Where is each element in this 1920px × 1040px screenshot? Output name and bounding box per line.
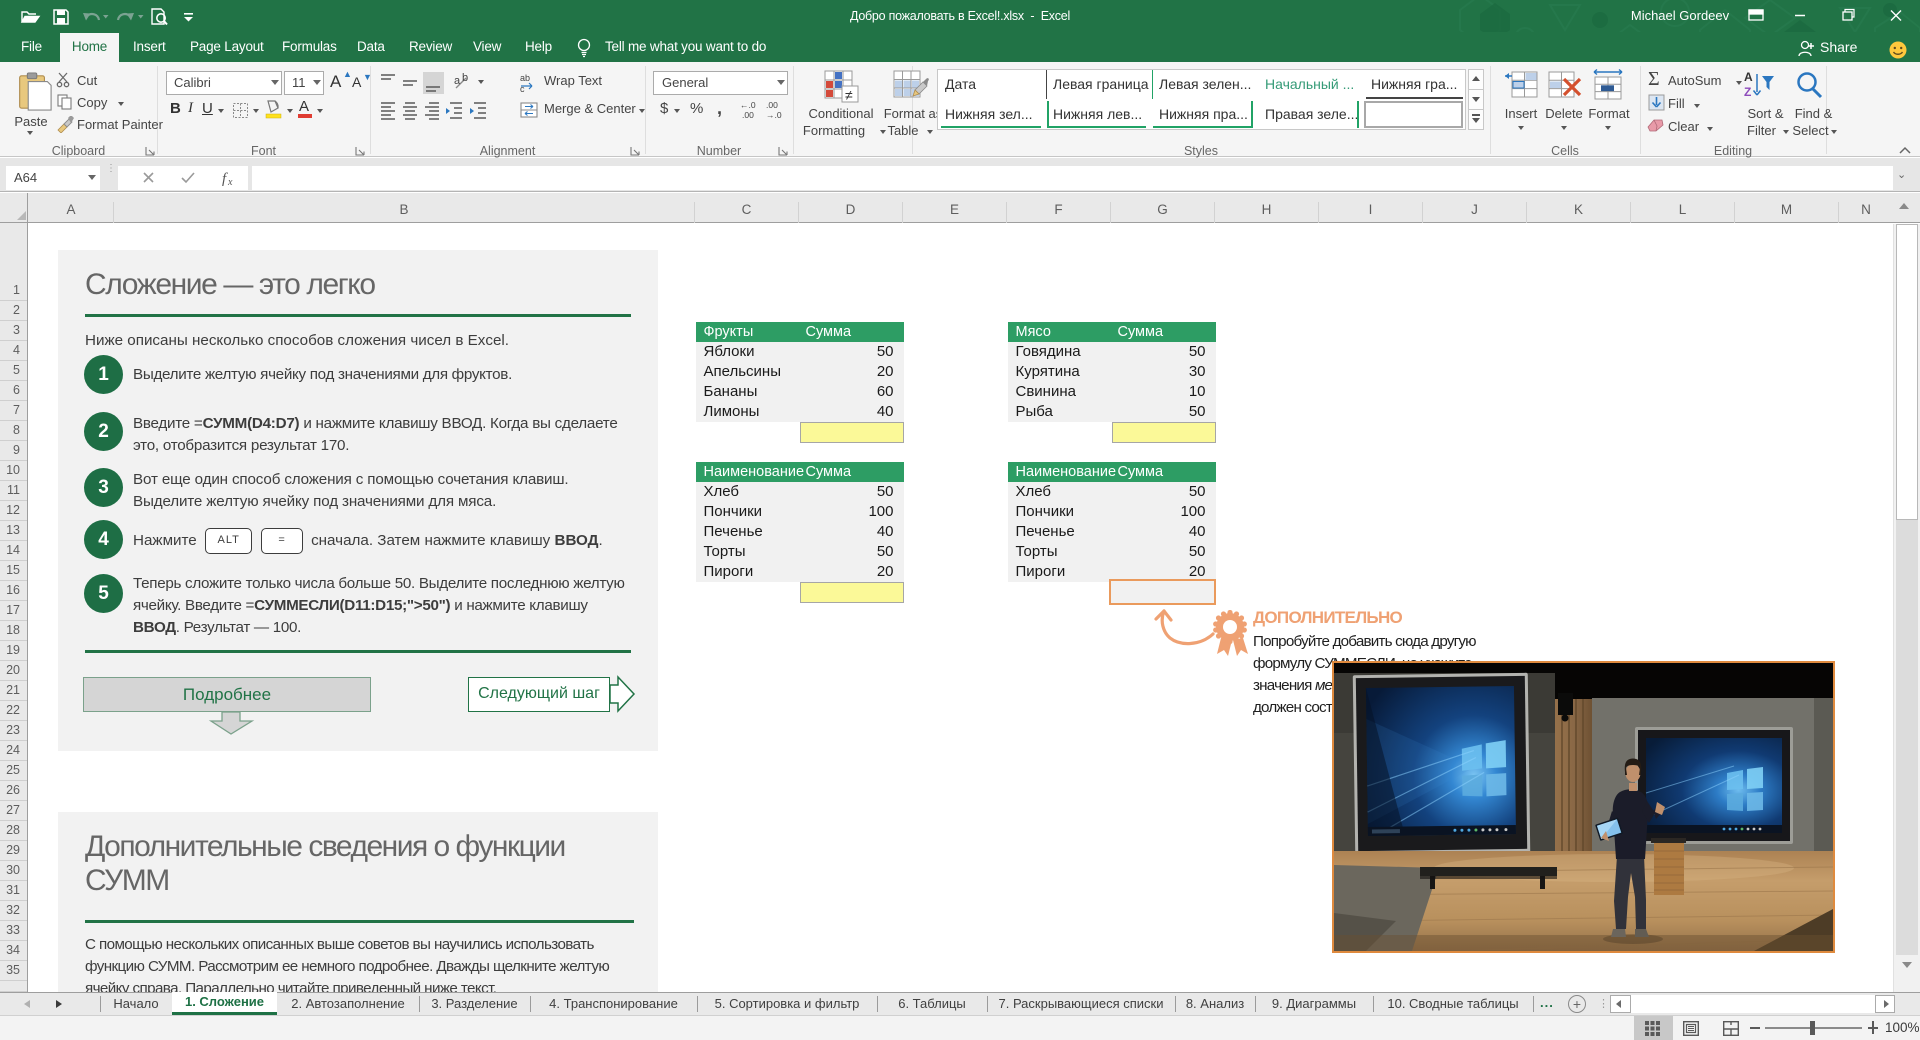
svg-text:←.0: ←.0: [740, 100, 756, 110]
svg-text:≠: ≠: [845, 87, 853, 103]
svg-text:→.0: →.0: [766, 110, 782, 120]
svg-text:.00: .00: [742, 110, 754, 120]
svg-text:ab: ab: [520, 73, 530, 83]
svg-text:b: b: [462, 72, 468, 84]
svg-text:x: x: [227, 177, 233, 187]
svg-text:.00: .00: [766, 100, 778, 110]
svg-text:a: a: [454, 75, 461, 87]
svg-text:A: A: [1744, 70, 1753, 84]
svg-text:Z: Z: [1744, 85, 1751, 99]
svg-text:c: c: [520, 84, 525, 92]
